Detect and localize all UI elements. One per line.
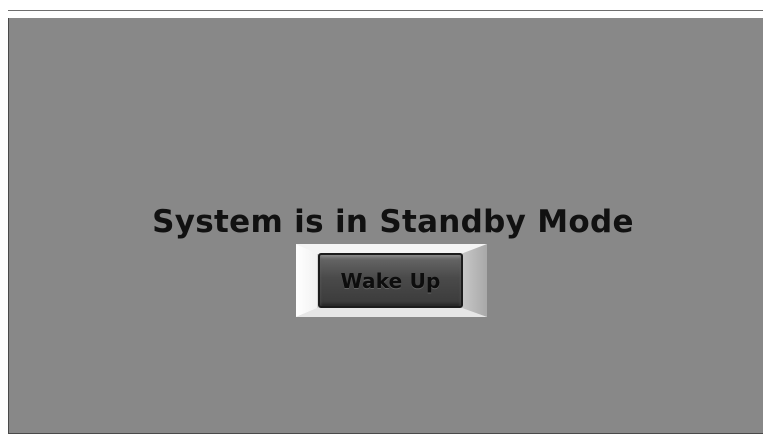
wake-up-button[interactable]: Wake Up [318, 253, 463, 308]
wake-up-button-label: Wake Up [340, 268, 441, 293]
hmi-screen: System is in Standby Mode Wake Up [0, 0, 763, 437]
bevel-right [462, 244, 487, 317]
standby-panel: System is in Standby Mode [8, 18, 763, 434]
bevel-left [296, 244, 317, 317]
bevel-bottom [296, 308, 487, 317]
top-divider [8, 10, 763, 11]
standby-message: System is in Standby Mode [152, 204, 634, 240]
